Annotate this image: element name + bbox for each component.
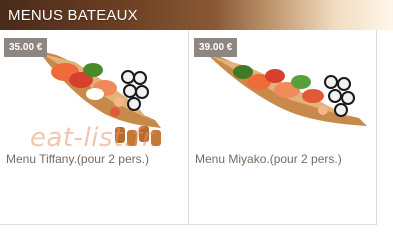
menu-name-link[interactable]: Menu Miyako.(pour 2 pers.): [195, 152, 342, 166]
section-header: MENUS BATEAUX: [0, 0, 393, 30]
price-badge: 39.00 €: [194, 38, 238, 57]
menu-name-link[interactable]: Menu Tiffany.(pour 2 pers.): [6, 152, 149, 166]
price-badge: 35.00 €: [4, 38, 48, 57]
sushi-boat-image[interactable]: [201, 48, 371, 148]
divider: [0, 224, 377, 225]
divider: [376, 30, 377, 224]
section-title: MENUS BATEAUX: [8, 7, 138, 24]
watermark: eat-list.fr: [30, 123, 154, 153]
menu-card-miyako[interactable]: 39.00 € Menu Miyako.(pour 2 pers.): [189, 30, 376, 224]
